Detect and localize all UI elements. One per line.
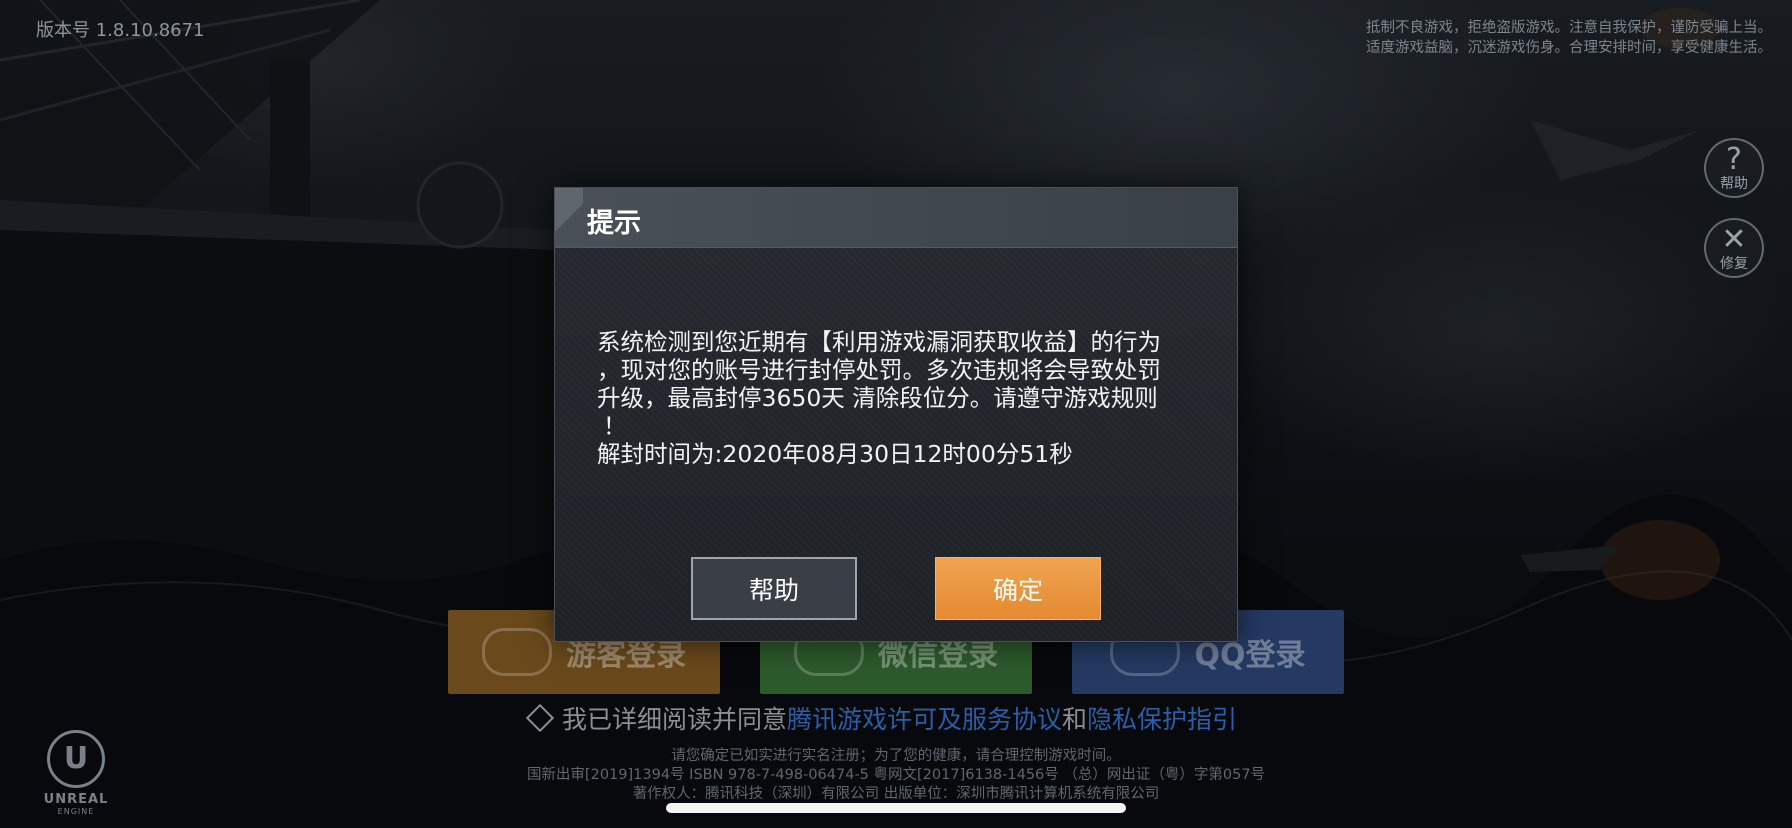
agreement-checkbox[interactable] xyxy=(525,703,555,733)
dialog-message-line: ！ xyxy=(603,412,627,440)
gamepad-icon xyxy=(482,628,552,676)
health-notice: 抵制不良游戏，拒绝盗版游戏。注意自我保护，谨防受骗上当。 适度游戏益脑，沉迷游戏… xyxy=(1312,18,1772,58)
repair-side-button[interactable]: ✕ 修复 xyxy=(1704,218,1764,278)
agreement-and: 和 xyxy=(1062,705,1088,734)
question-icon: ? xyxy=(1726,142,1742,177)
version-label: 版本号 1.8.10.8671 xyxy=(36,20,205,41)
confirm-button[interactable]: 确定 xyxy=(935,557,1101,620)
license-link[interactable]: 腾讯游戏许可及服务协议 xyxy=(787,705,1062,734)
unreal-logo-mark: U xyxy=(47,730,105,788)
ban-notice-dialog: 提示 系统检测到您近期有【利用游戏漏洞获取收益】的行为 ，现对您的账号进行封停处… xyxy=(554,187,1238,642)
unreal-logo-name: UNREAL xyxy=(43,792,109,807)
help-button[interactable]: 帮助 xyxy=(691,557,857,620)
wrench-icon: ✕ xyxy=(1721,222,1747,257)
help-side-label: 帮助 xyxy=(1720,176,1748,192)
agreement-prefix: 我已详细阅读并同意 xyxy=(562,705,788,734)
footer-line: 请您确定已如实进行实名注册；为了您的健康，请合理控制游戏时间。 xyxy=(671,748,1121,764)
unreal-engine-logo: U UNREAL ENGINE xyxy=(36,730,116,816)
health-notice-line: 抵制不良游戏，拒绝盗版游戏。注意自我保护，谨防受骗上当。 xyxy=(1366,20,1772,36)
dialog-message-line: ，现对您的账号进行封停处罚。多次违规将会导致处罚 xyxy=(597,356,1161,384)
home-indicator[interactable] xyxy=(666,803,1126,813)
dialog-message-line: 系统检测到您近期有【利用游戏漏洞获取收益】的行为 xyxy=(597,328,1161,356)
health-notice-line: 适度游戏益脑，沉迷游戏伤身。合理安排时间，享受健康生活。 xyxy=(1366,40,1772,56)
footer-line: 国新出审[2019]1394号 ISBN 978-7-498-06474-5 粤… xyxy=(526,767,1266,783)
unreal-logo-sub: ENGINE xyxy=(57,807,95,816)
agreement-row: 我已详细阅读并同意腾讯游戏许可及服务协议和隐私保护指引 xyxy=(525,700,1237,736)
dialog-message-line: 升级，最高封停3650天 清除段位分。请遵守游戏规则 xyxy=(597,384,1158,412)
footer-line: 著作权人：腾讯科技（深圳）有限公司 出版单位：深圳市腾讯计算机系统有限公司 xyxy=(632,786,1160,802)
privacy-link[interactable]: 隐私保护指引 xyxy=(1087,705,1237,734)
unlock-time: 解封时间为:2020年08月30日12时00分51秒 xyxy=(597,440,1073,468)
dialog-header: 提示 xyxy=(555,188,1237,248)
repair-side-label: 修复 xyxy=(1720,256,1748,272)
dialog-message: 系统检测到您近期有【利用游戏漏洞获取收益】的行为 ，现对您的账号进行封停处罚。多… xyxy=(597,328,1197,468)
dialog-title: 提示 xyxy=(587,208,641,239)
help-side-button[interactable]: ? 帮助 xyxy=(1704,138,1764,198)
